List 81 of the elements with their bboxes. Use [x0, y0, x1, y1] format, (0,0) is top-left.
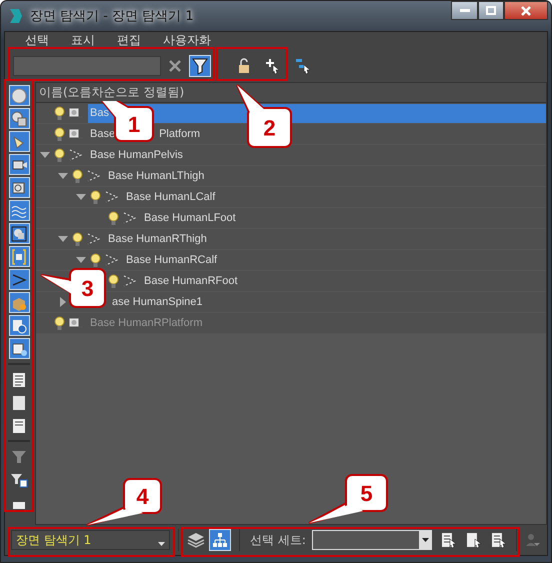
- geometry-icon: [68, 107, 84, 119]
- menu-item[interactable]: 편집: [105, 32, 151, 49]
- object-name[interactable]: Base HumanLFoot: [142, 208, 238, 228]
- lock-icon[interactable]: [237, 58, 251, 74]
- caret-icon: [422, 538, 429, 542]
- light-bulb-icon[interactable]: [90, 190, 101, 204]
- callout: 5: [308, 474, 388, 524]
- spotlight-icon[interactable]: [8, 131, 30, 152]
- column-header[interactable]: 이름(오름차순으로 정렬됨): [39, 84, 184, 101]
- callout: 3: [40, 268, 106, 308]
- box-icon[interactable]: [8, 292, 30, 313]
- bone-icon: [122, 211, 138, 225]
- light-bulb-icon[interactable]: [72, 232, 83, 246]
- cube-icon[interactable]: [8, 338, 30, 359]
- select-list-icon[interactable]: [440, 531, 458, 549]
- maximize-icon: [486, 6, 496, 15]
- expand-arrow-icon[interactable]: [76, 257, 86, 263]
- select-list-icon[interactable]: [490, 531, 508, 549]
- object-name[interactable]: Base HumanRFoot: [142, 272, 240, 290]
- person-filter-icon[interactable]: [525, 532, 542, 548]
- clear-icon[interactable]: [169, 60, 181, 72]
- object-name[interactable]: Base HumanLCalf: [124, 188, 218, 206]
- callout: 4: [86, 478, 162, 526]
- minimize-button[interactable]: [451, 1, 478, 20]
- gear-icon[interactable]: [8, 315, 30, 336]
- layers-icon[interactable]: [187, 532, 206, 548]
- shapes-icon[interactable]: [8, 108, 30, 129]
- search-field[interactable]: [13, 56, 161, 76]
- object-name[interactable]: Base HumanRThigh: [106, 230, 209, 248]
- hierarchy-button[interactable]: [209, 529, 232, 551]
- close-icon: [521, 6, 531, 16]
- selection-set-dropdown[interactable]: [312, 530, 432, 550]
- object-name[interactable]: Base HumanRCalf: [124, 250, 220, 270]
- explorer-dropdown[interactable]: 장면 탐색기 1: [11, 530, 170, 550]
- close-button[interactable]: [504, 1, 548, 20]
- geometry-icon: [68, 317, 84, 329]
- camera-icon[interactable]: [8, 154, 30, 175]
- maximize-button[interactable]: [478, 1, 504, 20]
- light-bulb-icon[interactable]: [72, 168, 83, 184]
- expand-arrow-icon[interactable]: [58, 236, 68, 242]
- callout: 2: [236, 84, 292, 148]
- light-bulb-icon[interactable]: [54, 126, 65, 142]
- sphere-icon[interactable]: [8, 85, 30, 106]
- menu-item[interactable]: 사용자화: [151, 32, 221, 49]
- bone-icon: [68, 148, 84, 162]
- bone-icon: [122, 274, 138, 288]
- bone-icon: [104, 253, 120, 267]
- waves-icon[interactable]: [8, 200, 30, 221]
- collapse-arrow-icon[interactable]: [60, 297, 66, 307]
- expand-arrow-icon[interactable]: [58, 173, 68, 179]
- expand-arrow-icon[interactable]: [40, 152, 50, 158]
- window-title: 장면 탐색기 - 장면 탐색기 1: [30, 8, 194, 25]
- light-bulb-icon[interactable]: [54, 106, 65, 120]
- light-bulb-icon[interactable]: [108, 210, 119, 226]
- menu-item[interactable]: 선택: [13, 32, 59, 49]
- brackets-icon[interactable]: [8, 246, 30, 267]
- minimize-icon: [460, 9, 470, 12]
- bone-icon: [104, 190, 120, 204]
- caret-icon: [158, 542, 166, 546]
- light-bulb-icon[interactable]: [54, 316, 65, 330]
- light-bulb-icon[interactable]: [54, 148, 65, 162]
- expand-arrow-icon[interactable]: [76, 194, 86, 200]
- filter-button[interactable]: [189, 54, 211, 76]
- bone-icon: [86, 169, 102, 183]
- bone-icon[interactable]: [8, 269, 30, 290]
- hierarchy-cursor-icon[interactable]: [295, 58, 311, 74]
- selection-set-label: 선택 세트:: [250, 532, 306, 548]
- object-name[interactable]: Base HumanPelvis: [88, 146, 185, 164]
- object-name[interactable]: Platform: [157, 124, 202, 144]
- menu-item[interactable]: 표시: [59, 32, 105, 49]
- tape-icon[interactable]: [8, 177, 30, 198]
- app-icon: [8, 8, 24, 24]
- bone-icon: [86, 232, 102, 246]
- geometry-icon: [68, 128, 84, 140]
- object-name[interactable]: Base HumanLThigh: [106, 166, 206, 186]
- light-bulb-icon[interactable]: [90, 252, 101, 268]
- object-name[interactable]: ase HumanSpine1: [110, 292, 205, 312]
- light-bulb-icon[interactable]: [108, 274, 119, 288]
- group-icon[interactable]: [8, 223, 30, 244]
- select-list-icon[interactable]: [465, 531, 484, 549]
- add-cursor-icon[interactable]: [265, 58, 281, 74]
